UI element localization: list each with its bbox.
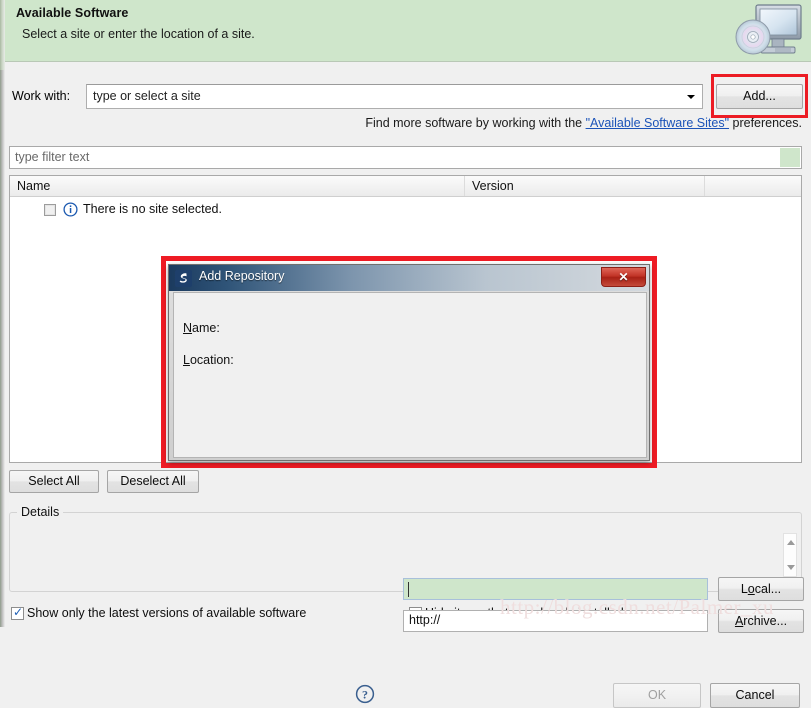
name-mnemonic: N <box>183 321 193 335</box>
show-latest-versions-checkbox[interactable]: ✓ <box>11 605 24 620</box>
text-caret <box>408 582 409 597</box>
select-all-button[interactable]: Select All <box>9 470 99 493</box>
available-software-window: Available Software Select a site or ente… <box>0 0 811 708</box>
dialog-titlebar[interactable]: Add Repository ✕ <box>169 265 649 291</box>
work-with-combo[interactable]: type or select a site <box>86 84 703 109</box>
dialog-title: Add Repository <box>199 269 285 283</box>
scroll-down-arrow-icon[interactable] <box>787 565 795 570</box>
location-label-rest: ocation: <box>189 353 234 367</box>
find-more-prefix: Find more software by working with the <box>365 116 586 130</box>
deselect-all-button[interactable]: Deselect All <box>107 470 199 493</box>
column-header-spacer <box>705 176 801 196</box>
svg-text:?: ? <box>362 688 368 702</box>
table-row[interactable]: There is no site selected. <box>10 201 801 219</box>
location-field-label: Location: <box>183 353 234 367</box>
add-repository-dialog: Add Repository ✕ Name: Local... Location… <box>168 264 804 708</box>
page-subtitle: Select a site or enter the location of a… <box>22 27 255 41</box>
local-post: cal... <box>754 582 782 596</box>
work-with-label: Work with: <box>12 89 71 103</box>
details-scrollbar[interactable] <box>783 533 797 577</box>
eclipse-icon <box>175 270 192 287</box>
local-mnemonic: o <box>747 582 755 596</box>
available-software-sites-link[interactable]: "Available Software Sites" <box>586 116 729 130</box>
dialog-body <box>173 292 647 458</box>
filter-input[interactable]: type filter text <box>9 146 802 169</box>
column-header-name[interactable]: Name <box>10 176 465 196</box>
find-more-software-text: Find more software by working with the "… <box>365 116 802 130</box>
location-value: http:// <box>409 613 441 627</box>
name-label-rest: ame: <box>192 321 220 335</box>
computer-with-disc-icon <box>731 2 807 60</box>
page-title: Available Software <box>16 6 129 20</box>
checkbox-tick-icon: ✓ <box>13 605 24 619</box>
show-latest-versions-label[interactable]: Show only the latest versions of availab… <box>27 606 306 620</box>
details-legend: Details <box>17 505 64 519</box>
chevron-down-icon[interactable] <box>687 95 695 99</box>
window-left-edge-lower <box>0 70 5 627</box>
work-with-placeholder: type or select a site <box>93 89 201 103</box>
local-button[interactable]: Local... <box>718 577 804 601</box>
name-field-label: Name: <box>183 321 220 335</box>
row-label: There is no site selected. <box>83 202 222 216</box>
archive-button[interactable]: Archive... <box>718 609 804 633</box>
filter-placeholder: type filter text <box>15 150 90 164</box>
close-icon[interactable]: ✕ <box>601 267 646 287</box>
add-button[interactable]: Add... <box>716 84 803 109</box>
info-icon <box>63 202 78 217</box>
ok-button[interactable]: OK <box>613 683 701 708</box>
location-input[interactable]: http:// <box>403 610 708 632</box>
help-question-icon[interactable]: ? <box>355 684 375 704</box>
location-mnemonic: L <box>183 353 190 367</box>
filter-accent-swatch <box>780 148 800 167</box>
table-header: Name Version <box>10 176 801 197</box>
name-input[interactable] <box>403 578 708 600</box>
scroll-up-arrow-icon[interactable] <box>787 540 795 545</box>
archive-post: rchive... <box>743 614 788 628</box>
find-more-suffix: preferences. <box>729 116 803 130</box>
column-header-version[interactable]: Version <box>465 176 705 196</box>
local-pre: L <box>740 582 748 596</box>
page-banner: Available Software Select a site or ente… <box>5 0 811 62</box>
row-checkbox[interactable] <box>44 204 56 216</box>
cancel-button[interactable]: Cancel <box>710 683 800 708</box>
